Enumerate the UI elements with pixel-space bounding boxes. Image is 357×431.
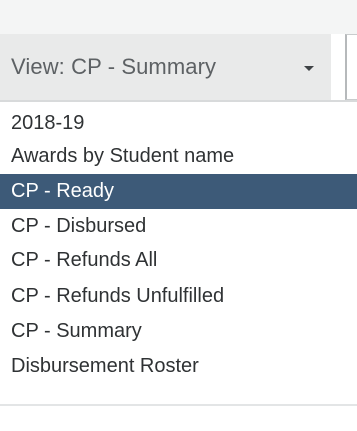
- view-dropdown-screenshot: View: CP - Summary 2018-19 Awards by Stu…: [0, 0, 357, 431]
- menu-item-cp-disbursed[interactable]: CP - Disbursed: [0, 209, 357, 244]
- top-strip: [0, 0, 357, 34]
- menu-item-awards-by-student-name[interactable]: Awards by Student name: [0, 139, 357, 174]
- menu-item-label: CP - Disbursed: [11, 215, 147, 237]
- menu-item-cp-refunds-all[interactable]: CP - Refunds All: [0, 243, 357, 278]
- menu-item-label: 2018-19: [11, 112, 85, 134]
- menu-item-label: Awards by Student name: [11, 145, 235, 167]
- menu-item-cp-summary[interactable]: CP - Summary: [0, 314, 357, 349]
- menu-item-label: CP - Refunds Unfulfilled: [11, 285, 225, 307]
- chevron-down-icon: [304, 66, 314, 71]
- menu-item-label: CP - Ready: [11, 180, 115, 202]
- dropdown-bottom-edge: [0, 404, 357, 406]
- menu-item-label: CP - Summary: [11, 320, 142, 342]
- menu-item-label: Disbursement Roster: [11, 355, 199, 377]
- view-select-label: View: CP - Summary: [11, 54, 217, 79]
- menu-item-label: CP - Refunds All: [11, 249, 158, 271]
- menu-item-disbursement-roster[interactable]: Disbursement Roster: [0, 349, 357, 384]
- menu-item-2018-19[interactable]: 2018-19: [0, 106, 357, 141]
- adjacent-control[interactable]: [345, 34, 357, 100]
- view-dropdown-menu: 2018-19 Awards by Student name CP - Read…: [0, 102, 357, 402]
- view-select[interactable]: View: CP - Summary: [0, 34, 331, 100]
- menu-item-cp-refunds-unfulfilled[interactable]: CP - Refunds Unfulfilled: [0, 279, 357, 314]
- menu-item-cp-ready[interactable]: CP - Ready: [0, 174, 357, 209]
